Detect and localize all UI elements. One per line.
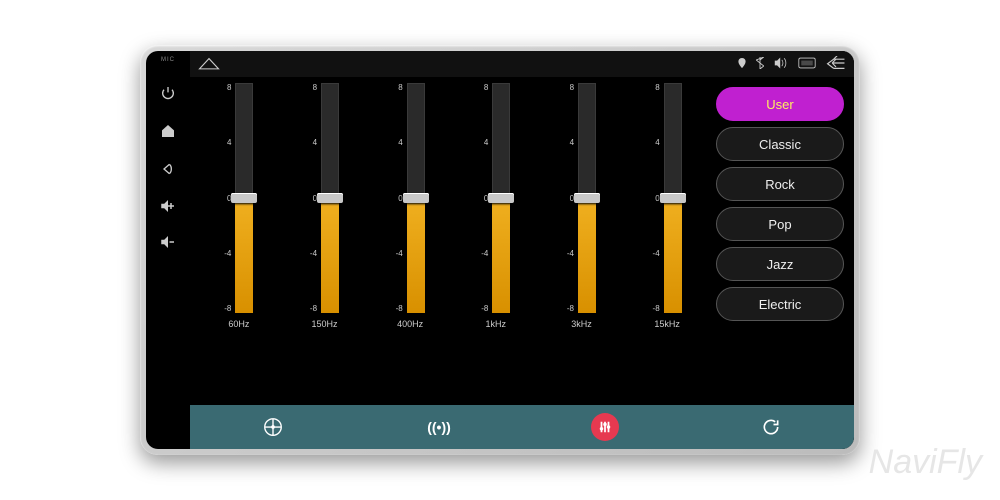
- slider-thumb[interactable]: [403, 193, 429, 203]
- surround-icon: ((•)): [427, 419, 451, 435]
- eq-scale: 840-4-8: [567, 83, 574, 313]
- eq-slider-3[interactable]: [492, 83, 510, 313]
- sound-icon: [774, 57, 788, 72]
- eq-slider-1[interactable]: [321, 83, 339, 313]
- eq-tab[interactable]: [522, 413, 688, 441]
- eq-scale: 840-4-8: [481, 83, 488, 313]
- preset-rock[interactable]: Rock: [716, 167, 844, 201]
- back-icon: [160, 161, 176, 177]
- eq-freq-label: 1kHz: [486, 319, 507, 329]
- eq-scale: 840-4-8: [653, 83, 660, 313]
- back-button[interactable]: [160, 161, 176, 177]
- location-icon: [738, 58, 746, 71]
- bluetooth-icon: [756, 57, 764, 72]
- eq-scale: 840-4-8: [224, 83, 231, 313]
- volume-down-button[interactable]: [159, 235, 177, 249]
- eq-slider-0[interactable]: [235, 83, 253, 313]
- slider-thumb[interactable]: [660, 193, 686, 203]
- surround-tab[interactable]: ((•)): [356, 419, 522, 435]
- eq-freq-label: 150Hz: [311, 319, 337, 329]
- power-icon: [160, 85, 176, 101]
- eq-slider-2[interactable]: [407, 83, 425, 313]
- home-button[interactable]: [160, 123, 176, 139]
- preset-electric[interactable]: Electric: [716, 287, 844, 321]
- eq-active-icon: [591, 413, 619, 441]
- preset-pop[interactable]: Pop: [716, 207, 844, 241]
- eq-band-3: 840-4-8 1kHz: [461, 83, 531, 401]
- home-icon: [160, 123, 176, 139]
- eq-freq-label: 15kHz: [654, 319, 680, 329]
- eq-band-5: 840-4-8 15kHz: [632, 83, 702, 401]
- refresh-icon: [761, 417, 781, 437]
- eq-freq-label: 400Hz: [397, 319, 423, 329]
- eq-freq-label: 60Hz: [228, 319, 249, 329]
- volume-up-button[interactable]: [159, 199, 177, 213]
- eq-band-1: 840-4-8 150Hz: [289, 83, 359, 401]
- main-area: 840-4-8 60Hz 840-4-8 150Hz 840-4-8: [190, 77, 854, 449]
- status-bar: [190, 51, 854, 77]
- device-frame: MIC: [140, 45, 860, 455]
- preset-classic[interactable]: Classic: [716, 127, 844, 161]
- preset-jazz[interactable]: Jazz: [716, 247, 844, 281]
- slider-thumb[interactable]: [488, 193, 514, 203]
- nav-back-icon[interactable]: [826, 56, 846, 73]
- balance-icon: [262, 416, 284, 438]
- mic-label: MIC: [161, 57, 175, 63]
- device-inner: MIC: [146, 51, 854, 449]
- eq-slider-4[interactable]: [578, 83, 596, 313]
- eq-band-2: 840-4-8 400Hz: [375, 83, 445, 401]
- eq-scale: 840-4-8: [396, 83, 403, 313]
- volume-up-icon: [159, 199, 177, 213]
- power-button[interactable]: [160, 85, 176, 101]
- reset-tab[interactable]: [688, 417, 854, 437]
- volume-down-icon: [159, 235, 177, 249]
- slider-thumb[interactable]: [317, 193, 343, 203]
- eq-freq-label: 3kHz: [571, 319, 592, 329]
- screen: 840-4-8 60Hz 840-4-8 150Hz 840-4-8: [190, 51, 854, 449]
- balance-tab[interactable]: [190, 416, 356, 438]
- home-outline-icon[interactable]: [198, 55, 220, 74]
- preset-user[interactable]: User: [716, 87, 844, 121]
- watermark: NaviFly: [869, 443, 982, 482]
- eq-scale: 840-4-8: [310, 83, 317, 313]
- eq-band-4: 840-4-8 3kHz: [546, 83, 616, 401]
- hardware-button-column: MIC: [146, 51, 190, 449]
- eq-bands: 840-4-8 60Hz 840-4-8 150Hz 840-4-8: [196, 83, 710, 401]
- bottom-toolbar: ((•)): [190, 405, 854, 449]
- eq-slider-5[interactable]: [664, 83, 682, 313]
- slider-thumb[interactable]: [574, 193, 600, 203]
- cast-icon: [798, 57, 816, 72]
- slider-thumb[interactable]: [231, 193, 257, 203]
- equalizer-row: 840-4-8 60Hz 840-4-8 150Hz 840-4-8: [190, 77, 854, 405]
- eq-band-0: 840-4-8 60Hz: [204, 83, 274, 401]
- preset-list: User Classic Rock Pop Jazz Electric: [710, 83, 850, 401]
